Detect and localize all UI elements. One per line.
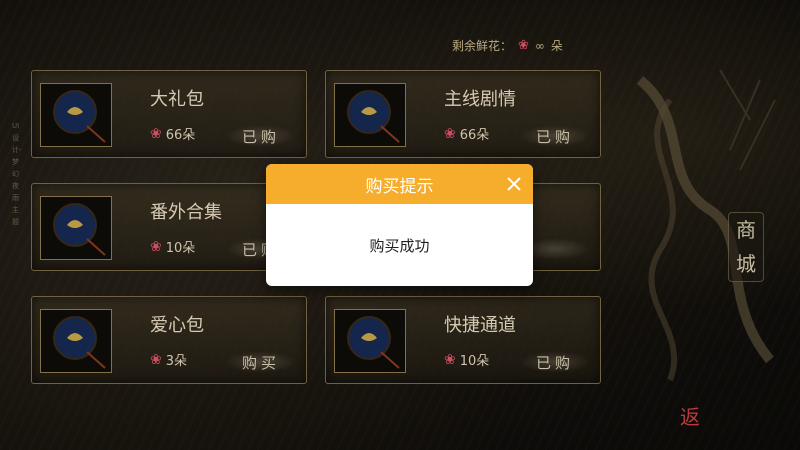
dialog-header: 购买提示 (266, 164, 533, 204)
close-icon[interactable] (501, 171, 527, 197)
dialog-message: 购买成功 (369, 236, 430, 255)
purchase-dialog: 购买提示 购买成功 (266, 164, 533, 286)
dialog-title: 购买提示 (365, 176, 434, 197)
